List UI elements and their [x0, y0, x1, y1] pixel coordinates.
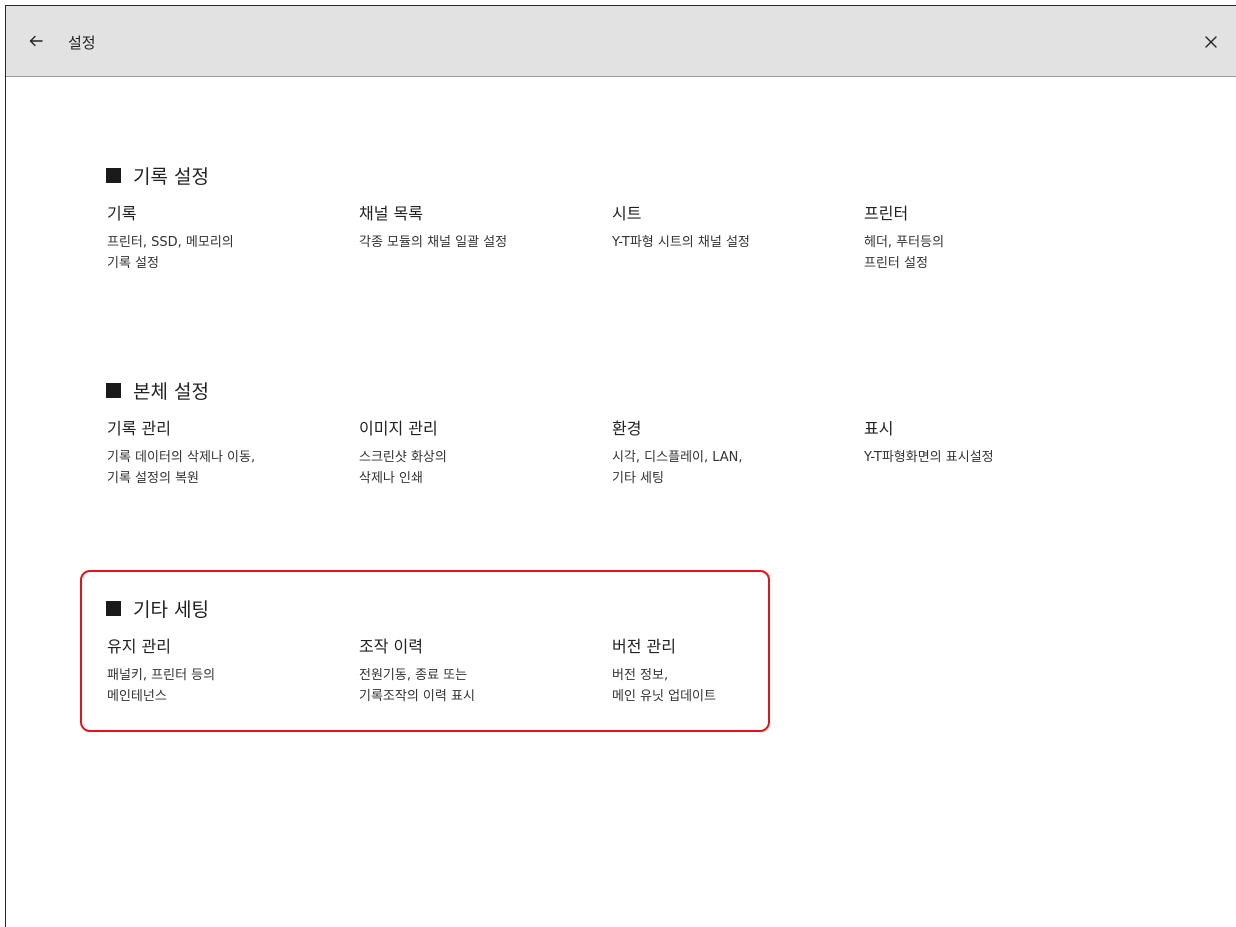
item-description: 각종 모듈의 채널 일괄 설정: [359, 235, 508, 250]
menu-item-image-management[interactable]: 이미지 관리 스크린샷 화상의 삭제나 인쇄: [359, 418, 589, 489]
item-title: 시트: [612, 204, 642, 223]
menu-item-version-management[interactable]: 버전 관리 버전 정보, 메인 유닛 업데이트: [612, 636, 842, 707]
item-title: 조작 이력: [359, 637, 423, 656]
back-button[interactable]: [25, 30, 47, 52]
item-title: 기록 관리: [107, 419, 171, 438]
section-title: 기록 설정: [133, 165, 209, 188]
item-title: 프린터: [864, 204, 909, 223]
section-title: 기타 세팅: [133, 598, 209, 621]
menu-item-sheet[interactable]: 시트 Y-T파형 시트의 채널 설정: [612, 203, 842, 253]
item-title: 기록: [107, 204, 137, 223]
section-recording-settings: 기록 설정 기록 프린터, SSD, 메모리의 기록 설정 채널 목록 각종 모…: [104, 163, 944, 271]
section-bullet-icon: [106, 600, 121, 616]
menu-item-environment[interactable]: 환경 시각, 디스플레이, LAN, 기타 세팅: [612, 418, 842, 489]
section-bullet-icon: [106, 167, 121, 183]
menu-item-printer[interactable]: 프린터 헤더, 푸터등의 프린터 설정: [864, 203, 1094, 274]
item-title: 표시: [864, 419, 894, 438]
menu-item-record[interactable]: 기록 프린터, SSD, 메모리의 기록 설정: [107, 203, 337, 274]
item-description: Y-T파형 시트의 채널 설정: [612, 235, 750, 250]
item-description: 패널키, 프린터 등의 메인테넌스: [107, 668, 216, 704]
item-description: 기록 데이터의 삭제나 이동, 기록 설정의 복원: [107, 450, 256, 486]
item-description: Y-T파형화면의 표시설정: [864, 450, 994, 465]
arrow-left-icon: [29, 35, 43, 47]
menu-item-operation-history[interactable]: 조작 이력 전원기동, 종료 또는 기록조작의 이력 표시: [359, 636, 589, 707]
menu-item-display[interactable]: 표시 Y-T파형화면의 표시설정: [864, 418, 1094, 468]
item-title: 유지 관리: [107, 637, 171, 656]
section-main-unit-settings: 본체 설정 기록 관리 기록 데이터의 삭제나 이동, 기록 설정의 복원 이미…: [104, 378, 994, 486]
item-description: 헤더, 푸터등의 프린터 설정: [864, 235, 945, 271]
title-bar: 설정: [6, 6, 1236, 77]
menu-item-record-management[interactable]: 기록 관리 기록 데이터의 삭제나 이동, 기록 설정의 복원: [107, 418, 337, 489]
item-description: 버전 정보, 메인 유닛 업데이트: [612, 668, 716, 704]
item-title: 환경: [612, 419, 642, 438]
item-title: 채널 목록: [359, 204, 423, 223]
item-title: 이미지 관리: [359, 419, 438, 438]
close-button[interactable]: [1200, 31, 1222, 53]
page-title: 설정: [68, 34, 96, 52]
section-title: 본체 설정: [133, 380, 209, 403]
item-description: 전원기동, 종료 또는 기록조작의 이력 표시: [359, 668, 475, 704]
item-description: 프린터, SSD, 메모리의 기록 설정: [107, 235, 234, 271]
menu-item-maintenance[interactable]: 유지 관리 패널키, 프린터 등의 메인테넌스: [107, 636, 337, 707]
item-description: 스크린샷 화상의 삭제나 인쇄: [359, 450, 447, 486]
item-title: 버전 관리: [612, 637, 676, 656]
close-icon: [1205, 36, 1217, 48]
section-other-settings: 기타 세팅 유지 관리 패널키, 프린터 등의 메인테넌스 조작 이력 전원기동…: [104, 596, 716, 704]
item-description: 시각, 디스플레이, LAN, 기타 세팅: [612, 450, 743, 486]
menu-item-channel-list[interactable]: 채널 목록 각종 모듈의 채널 일괄 설정: [359, 203, 589, 253]
section-bullet-icon: [106, 382, 121, 398]
